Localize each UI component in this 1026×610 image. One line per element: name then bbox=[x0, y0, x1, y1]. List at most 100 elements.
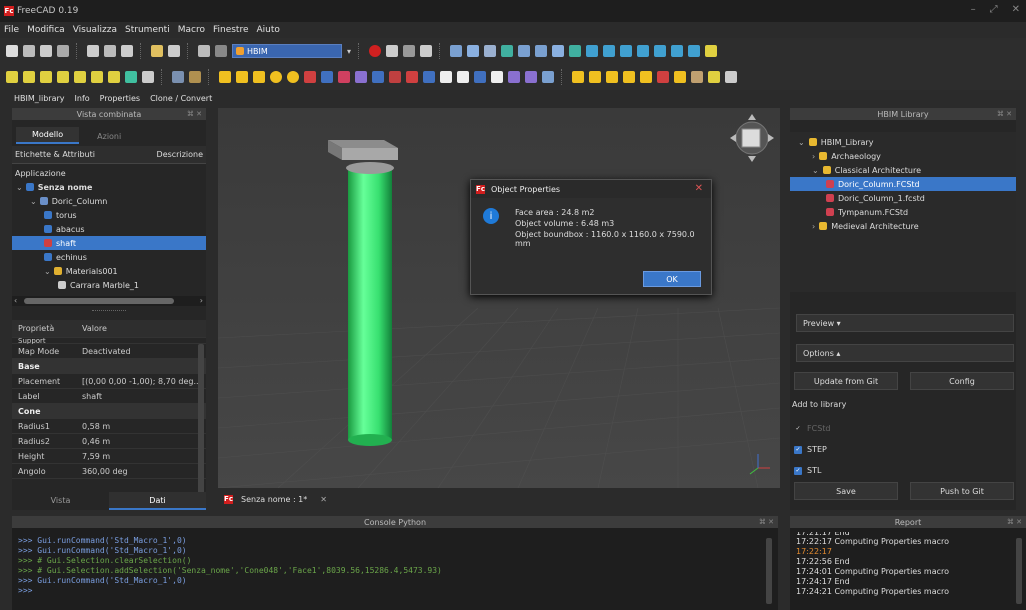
tree-item[interactable]: ⌄ Materials001 bbox=[12, 264, 206, 278]
property-row[interactable]: Map Mode Deactivated bbox=[12, 344, 206, 359]
menu-modifica[interactable]: Modifica bbox=[27, 25, 65, 35]
chevron-down-icon[interactable]: ▾ bbox=[347, 47, 351, 56]
paste-icon[interactable] bbox=[121, 45, 133, 57]
top-view-icon[interactable] bbox=[603, 45, 616, 57]
dialog-close-button[interactable]: ✕ bbox=[695, 183, 703, 194]
sketch-line-icon[interactable] bbox=[6, 71, 18, 83]
config-button[interactable]: Config bbox=[910, 372, 1014, 390]
property-row[interactable]: Cone bbox=[12, 404, 206, 419]
primitive-icon[interactable] bbox=[304, 71, 316, 83]
minimize-button[interactable]: – bbox=[971, 4, 976, 15]
scrollbar-thumb[interactable] bbox=[24, 298, 174, 304]
scroll-left-icon[interactable]: ‹ bbox=[14, 296, 17, 305]
sweep-icon[interactable] bbox=[474, 71, 486, 83]
zoom-fit-icon[interactable] bbox=[450, 45, 463, 57]
boolean-icon[interactable] bbox=[572, 71, 584, 83]
tree-item[interactable]: abacus bbox=[12, 222, 206, 236]
tree-expand-icon[interactable]: ⌄ bbox=[44, 267, 51, 276]
macros-icon[interactable] bbox=[403, 45, 416, 57]
loft-icon[interactable] bbox=[457, 71, 469, 83]
splitter-handle[interactable] bbox=[92, 310, 126, 311]
library-tree-item[interactable]: Tympanum.FCStd bbox=[790, 205, 1016, 219]
bottom-view-icon[interactable] bbox=[654, 45, 667, 57]
library-tree-item[interactable]: ⌄ Classical Architecture bbox=[790, 163, 1016, 177]
tree-horizontal-scrollbar[interactable]: ‹ › bbox=[12, 296, 206, 306]
tree-header-description[interactable]: Descrizione bbox=[157, 150, 203, 159]
panel-close-icon[interactable]: ⌘ ✕ bbox=[997, 110, 1012, 118]
save-button[interactable]: Save bbox=[794, 482, 898, 500]
update-from-git-button[interactable]: Update from Git bbox=[794, 372, 898, 390]
whats-this-icon[interactable] bbox=[215, 45, 227, 57]
navigation-cube-icon[interactable] bbox=[730, 114, 774, 162]
properties-button[interactable]: Properties bbox=[100, 94, 140, 103]
sketch-curve-icon[interactable] bbox=[57, 71, 69, 83]
cone-icon[interactable] bbox=[236, 71, 248, 83]
sketch-rectangle-icon[interactable] bbox=[91, 71, 103, 83]
shape-builder-icon[interactable] bbox=[321, 71, 333, 83]
property-row[interactable]: Radius1 0,58 m bbox=[12, 419, 206, 434]
revolve-icon[interactable] bbox=[355, 71, 367, 83]
measure-toggle-icon[interactable] bbox=[725, 71, 737, 83]
tab-modello[interactable]: Modello bbox=[16, 127, 80, 144]
panel-close-icon[interactable]: ⌘ ✕ bbox=[187, 110, 202, 118]
info-button[interactable]: Info bbox=[75, 94, 90, 103]
menu-aiuto[interactable]: Aiuto bbox=[257, 25, 280, 35]
tree-item[interactable]: torus bbox=[12, 208, 206, 222]
tab-dati[interactable]: Dati bbox=[109, 492, 206, 510]
cut-shape-icon[interactable] bbox=[589, 71, 601, 83]
menu-visualizza[interactable]: Visualizza bbox=[73, 25, 117, 35]
section-icon[interactable] bbox=[491, 71, 503, 83]
property-row[interactable]: Placement [(0,00 0,00 -1,00); 8,70 deg... bbox=[12, 374, 206, 389]
3d-viewport[interactable] bbox=[218, 108, 780, 488]
menu-file[interactable]: File bbox=[4, 25, 19, 35]
grid-icon[interactable] bbox=[142, 71, 154, 83]
python-console-output[interactable]: >>> Gui.runCommand('Std_Macro_1',0) >>> G… bbox=[12, 528, 778, 610]
measure-refresh-icon[interactable] bbox=[691, 71, 703, 83]
chamfer-icon[interactable] bbox=[406, 71, 418, 83]
sketch-polygon-icon[interactable] bbox=[108, 71, 120, 83]
ok-button[interactable]: OK bbox=[643, 271, 701, 287]
redo-icon[interactable] bbox=[168, 45, 180, 57]
isometric-view-icon[interactable] bbox=[569, 45, 582, 57]
push-to-git-button[interactable]: Push to Git bbox=[910, 482, 1014, 500]
cylinder-icon[interactable] bbox=[253, 71, 265, 83]
property-row[interactable]: Base bbox=[12, 359, 206, 374]
cut-icon[interactable] bbox=[87, 45, 99, 57]
tree-expand-icon[interactable]: › bbox=[812, 222, 815, 231]
right-view-icon[interactable] bbox=[620, 45, 633, 57]
tree-item[interactable]: ⌄ Doric_Column bbox=[12, 194, 206, 208]
library-tree-item[interactable]: › Archaeology bbox=[790, 149, 1016, 163]
print-icon[interactable] bbox=[57, 45, 69, 57]
tree-expand-icon[interactable]: › bbox=[812, 152, 815, 161]
front-view-icon[interactable] bbox=[586, 45, 599, 57]
menu-finestre[interactable]: Finestre bbox=[213, 25, 249, 35]
library-tree-item[interactable]: Doric_Column.FCStd bbox=[790, 177, 1016, 191]
make-face-icon[interactable] bbox=[423, 71, 435, 83]
tree-expand-icon[interactable]: ⌄ bbox=[798, 138, 805, 147]
connect-icon[interactable] bbox=[640, 71, 652, 83]
panel-close-icon[interactable]: ⌘ ✕ bbox=[1007, 518, 1022, 526]
save-icon[interactable] bbox=[40, 45, 52, 57]
maximize-button[interactable]: ⤢ bbox=[990, 4, 998, 15]
sketch-polyline-icon[interactable] bbox=[23, 71, 35, 83]
workbench-selector[interactable]: HBIM bbox=[232, 44, 342, 58]
sketch-text-icon[interactable] bbox=[125, 71, 137, 83]
box-icon[interactable] bbox=[219, 71, 231, 83]
rear-view-icon[interactable] bbox=[637, 45, 650, 57]
library-tree-item[interactable]: ⌄ HBIM_Library bbox=[790, 135, 1016, 149]
measure-angular-icon[interactable] bbox=[674, 71, 686, 83]
copy-icon[interactable] bbox=[104, 45, 116, 57]
clone-convert-button[interactable]: Clone / Convert bbox=[150, 94, 212, 103]
back-nav-icon[interactable] bbox=[518, 45, 531, 57]
fillet-icon[interactable] bbox=[389, 71, 401, 83]
undo-icon[interactable] bbox=[151, 45, 163, 57]
record-macro-icon[interactable] bbox=[369, 45, 382, 57]
tree-item[interactable]: Carrara Marble_1 bbox=[12, 278, 206, 292]
property-row[interactable]: Angolo 360,00 deg bbox=[12, 464, 206, 479]
close-document-icon[interactable]: ✕ bbox=[320, 495, 327, 504]
document-tab[interactable]: Senza nome : 1* bbox=[241, 495, 307, 504]
tree-item[interactable]: shaft bbox=[12, 236, 206, 250]
scroll-right-icon[interactable]: › bbox=[200, 296, 203, 305]
std-bounding-box-icon[interactable] bbox=[501, 45, 514, 57]
tab-vista[interactable]: Vista bbox=[12, 492, 109, 510]
